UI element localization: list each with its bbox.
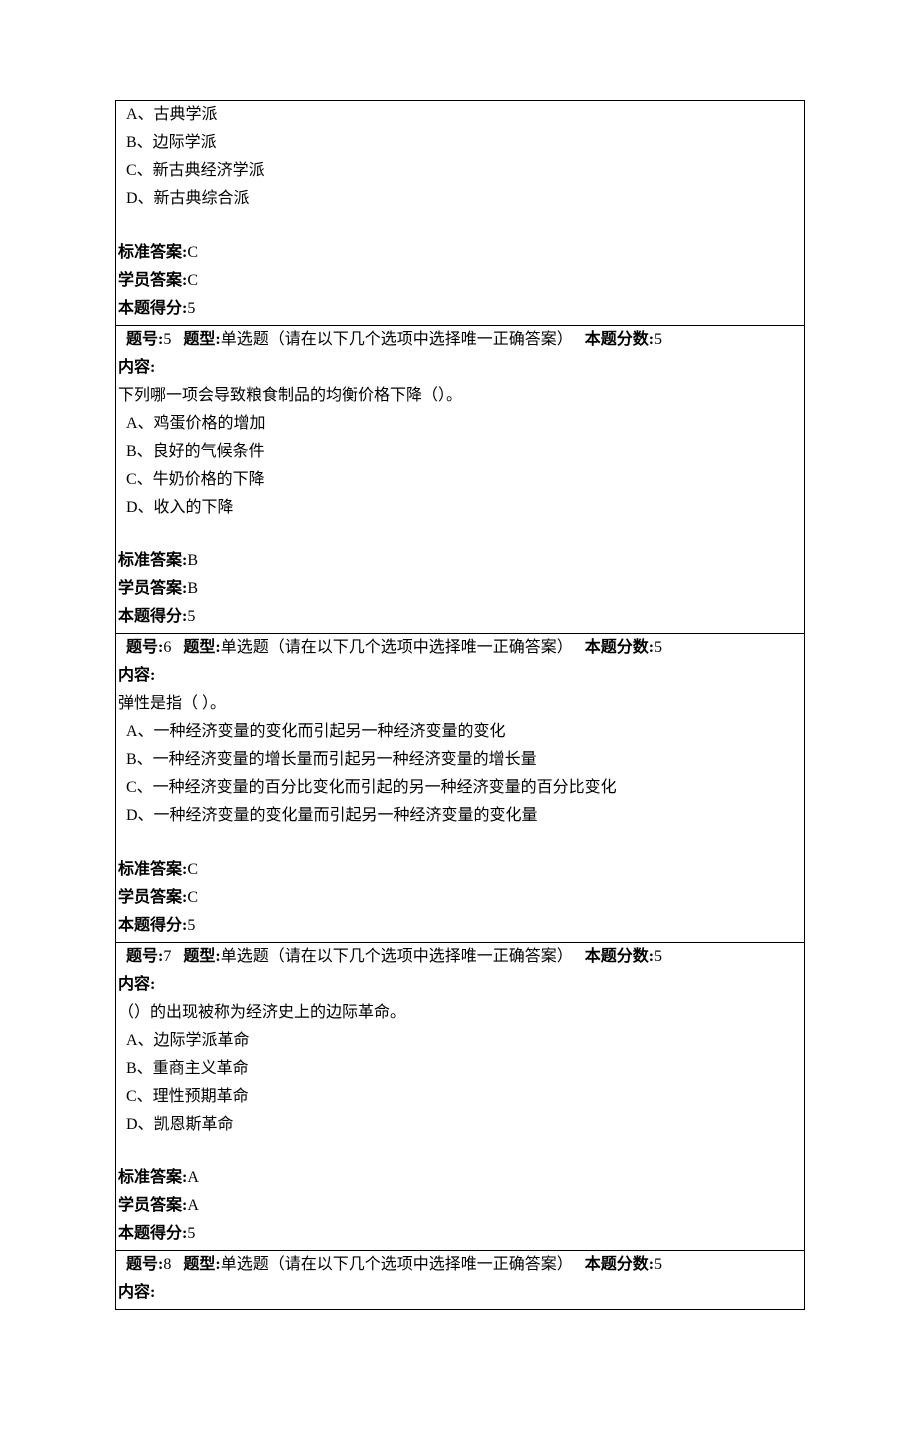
q7-std-answer-value: A <box>187 1169 199 1186</box>
q6-cell: 题号:6 题型:单选题（请在以下几个选项中选择唯一正确答案） 本题分数:5 内容… <box>116 634 804 943</box>
q5-earned: 本题得分:5 <box>118 603 802 631</box>
q5-option-a: A、鸡蛋价格的增加 <box>118 410 802 438</box>
page: A、古典学派 B、边际学派 C、新古典经济学派 D、新古典综合派 标准答案:C … <box>0 0 920 1430</box>
label-type: 题型: <box>183 1256 220 1273</box>
q8-header: 题号:8 题型:单选题（请在以下几个选项中选择唯一正确答案） 本题分数:5 <box>118 1251 802 1279</box>
q5-std-answer: 标准答案:B <box>118 547 802 575</box>
q4-option-b: B、边际学派 <box>118 129 802 157</box>
q4-earned-value: 5 <box>187 300 195 317</box>
q6-earned: 本题得分:5 <box>118 912 802 940</box>
q4-option-d: D、新古典综合派 <box>118 185 802 213</box>
q6-stem: 弹性是指（ ）。 <box>118 690 802 718</box>
q5-option-c: C、牛奶价格的下降 <box>118 466 802 494</box>
spacer <box>118 213 802 239</box>
q7-option-c: C、理性预期革命 <box>118 1083 802 1111</box>
label-stu-answer: 学员答案: <box>118 272 187 289</box>
label-type: 题型: <box>183 639 220 656</box>
q5-option-d: D、收入的下降 <box>118 494 802 522</box>
label-std-answer: 标准答案: <box>118 1169 187 1186</box>
q6-std-answer-value: C <box>187 861 198 878</box>
q4-tail-cell: A、古典学派 B、边际学派 C、新古典经济学派 D、新古典综合派 标准答案:C … <box>116 101 804 326</box>
q7-no: 7 <box>163 948 171 965</box>
q7-option-d: D、凯恩斯革命 <box>118 1111 802 1139</box>
q7-stu-answer: 学员答案:A <box>118 1192 802 1220</box>
q6-earned-value: 5 <box>187 917 195 934</box>
q6-option-a: A、一种经济变量的变化而引起另一种经济变量的变化 <box>118 718 802 746</box>
q4-option-c: C、新古典经济学派 <box>118 157 802 185</box>
label-earned: 本题得分: <box>118 917 187 934</box>
q4-std-answer: 标准答案:C <box>118 239 802 267</box>
label-earned: 本题得分: <box>118 1225 187 1242</box>
q8-type: 单选题（请在以下几个选项中选择唯一正确答案） <box>221 1256 573 1273</box>
q7-cell: 题号:7 题型:单选题（请在以下几个选项中选择唯一正确答案） 本题分数:5 内容… <box>116 943 804 1252</box>
q7-points: 5 <box>654 948 662 965</box>
q8-no: 8 <box>163 1256 171 1273</box>
label-stu-answer: 学员答案: <box>118 889 187 906</box>
label-question-no: 题号: <box>126 1256 163 1273</box>
q4-option-a: A、古典学派 <box>118 101 802 129</box>
q6-header: 题号:6 题型:单选题（请在以下几个选项中选择唯一正确答案） 本题分数:5 <box>118 634 802 662</box>
q7-header: 题号:7 题型:单选题（请在以下几个选项中选择唯一正确答案） 本题分数:5 <box>118 943 802 971</box>
q6-option-c: C、一种经济变量的百分比变化而引起的另一种经济变量的百分比变化 <box>118 774 802 802</box>
label-question-no: 题号: <box>126 948 163 965</box>
q5-cell: 题号:5 题型:单选题（请在以下几个选项中选择唯一正确答案） 本题分数:5 内容… <box>116 326 804 635</box>
document-frame: A、古典学派 B、边际学派 C、新古典经济学派 D、新古典综合派 标准答案:C … <box>115 100 805 1310</box>
q7-std-answer: 标准答案:A <box>118 1164 802 1192</box>
q4-earned: 本题得分:5 <box>118 295 802 323</box>
label-content: 内容: <box>118 971 802 999</box>
label-content: 内容: <box>118 354 802 382</box>
spacer <box>118 522 802 548</box>
q6-stu-answer-value: C <box>187 889 198 906</box>
label-points: 本题分数: <box>585 948 654 965</box>
q5-header: 题号:5 题型:单选题（请在以下几个选项中选择唯一正确答案） 本题分数:5 <box>118 326 802 354</box>
spacer <box>118 1139 802 1165</box>
q7-stem: （）的出现被称为经济史上的边际革命。 <box>118 999 802 1027</box>
label-type: 题型: <box>183 948 220 965</box>
q5-option-b: B、良好的气候条件 <box>118 438 802 466</box>
label-std-answer: 标准答案: <box>118 244 187 261</box>
q5-stu-answer-value: B <box>187 580 198 597</box>
q5-type: 单选题（请在以下几个选项中选择唯一正确答案） <box>221 331 573 348</box>
label-type: 题型: <box>183 331 220 348</box>
label-earned: 本题得分: <box>118 300 187 317</box>
q6-std-answer: 标准答案:C <box>118 856 802 884</box>
label-points: 本题分数: <box>585 1256 654 1273</box>
q6-option-b: B、一种经济变量的增长量而引起另一种经济变量的增长量 <box>118 746 802 774</box>
q5-points: 5 <box>654 331 662 348</box>
label-std-answer: 标准答案: <box>118 552 187 569</box>
q5-stem: 下列哪一项会导致粮食制品的均衡价格下降（）。 <box>118 382 802 410</box>
q7-type: 单选题（请在以下几个选项中选择唯一正确答案） <box>221 948 573 965</box>
q6-points: 5 <box>654 639 662 656</box>
q6-type: 单选题（请在以下几个选项中选择唯一正确答案） <box>221 639 573 656</box>
label-std-answer: 标准答案: <box>118 861 187 878</box>
label-stu-answer: 学员答案: <box>118 580 187 597</box>
label-question-no: 题号: <box>126 639 163 656</box>
q7-option-b: B、重商主义革命 <box>118 1055 802 1083</box>
q4-stu-answer: 学员答案:C <box>118 267 802 295</box>
q7-stu-answer-value: A <box>187 1197 199 1214</box>
q6-stu-answer: 学员答案:C <box>118 884 802 912</box>
label-points: 本题分数: <box>585 331 654 348</box>
label-earned: 本题得分: <box>118 608 187 625</box>
q6-no: 6 <box>163 639 171 656</box>
q8-head-cell: 题号:8 题型:单选题（请在以下几个选项中选择唯一正确答案） 本题分数:5 内容… <box>116 1251 804 1309</box>
q7-earned-value: 5 <box>187 1225 195 1242</box>
q8-points: 5 <box>654 1256 662 1273</box>
label-points: 本题分数: <box>585 639 654 656</box>
label-question-no: 题号: <box>126 331 163 348</box>
spacer <box>118 830 802 856</box>
q5-stu-answer: 学员答案:B <box>118 575 802 603</box>
q4-stu-answer-value: C <box>187 272 198 289</box>
label-content: 内容: <box>118 662 802 690</box>
label-content: 内容: <box>118 1279 802 1307</box>
q7-option-a: A、边际学派革命 <box>118 1027 802 1055</box>
q5-earned-value: 5 <box>187 608 195 625</box>
q5-std-answer-value: B <box>187 552 198 569</box>
q7-earned: 本题得分:5 <box>118 1220 802 1248</box>
q6-option-d: D、一种经济变量的变化量而引起另一种经济变量的变化量 <box>118 802 802 830</box>
q4-std-answer-value: C <box>187 244 198 261</box>
label-stu-answer: 学员答案: <box>118 1197 187 1214</box>
q5-no: 5 <box>163 331 171 348</box>
